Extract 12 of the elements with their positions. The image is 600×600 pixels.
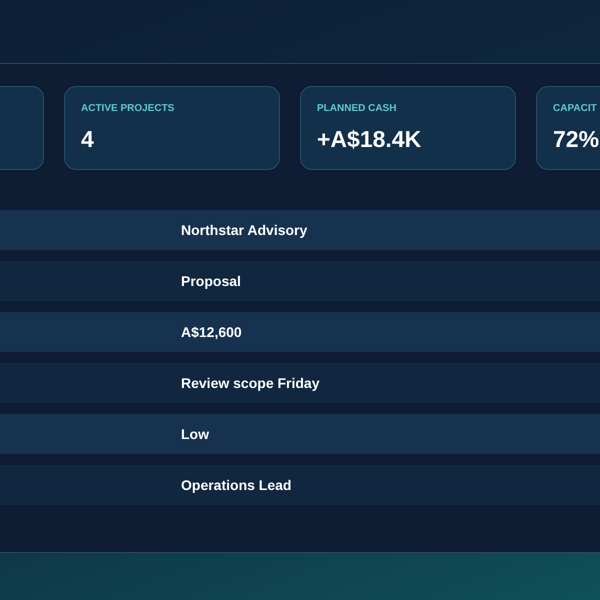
stat-value: +A$18.4K xyxy=(317,125,422,154)
detail-value: Proposal xyxy=(181,272,241,291)
stat-label: CAPACIT xyxy=(553,102,598,116)
detail-value: Review scope Friday xyxy=(181,374,320,393)
detail-value: Operations Lead xyxy=(181,476,292,495)
stat-value: 4 xyxy=(81,125,95,154)
stat-label: ACTIVE PROJECTS xyxy=(81,102,176,116)
stat-label: PLANNED CASH xyxy=(317,102,398,116)
detail-value: Northstar Advisory xyxy=(181,220,308,240)
detail-value: Low xyxy=(181,424,209,444)
stat-value: 72% xyxy=(553,125,600,154)
detail-value: A$12,600 xyxy=(181,322,242,342)
